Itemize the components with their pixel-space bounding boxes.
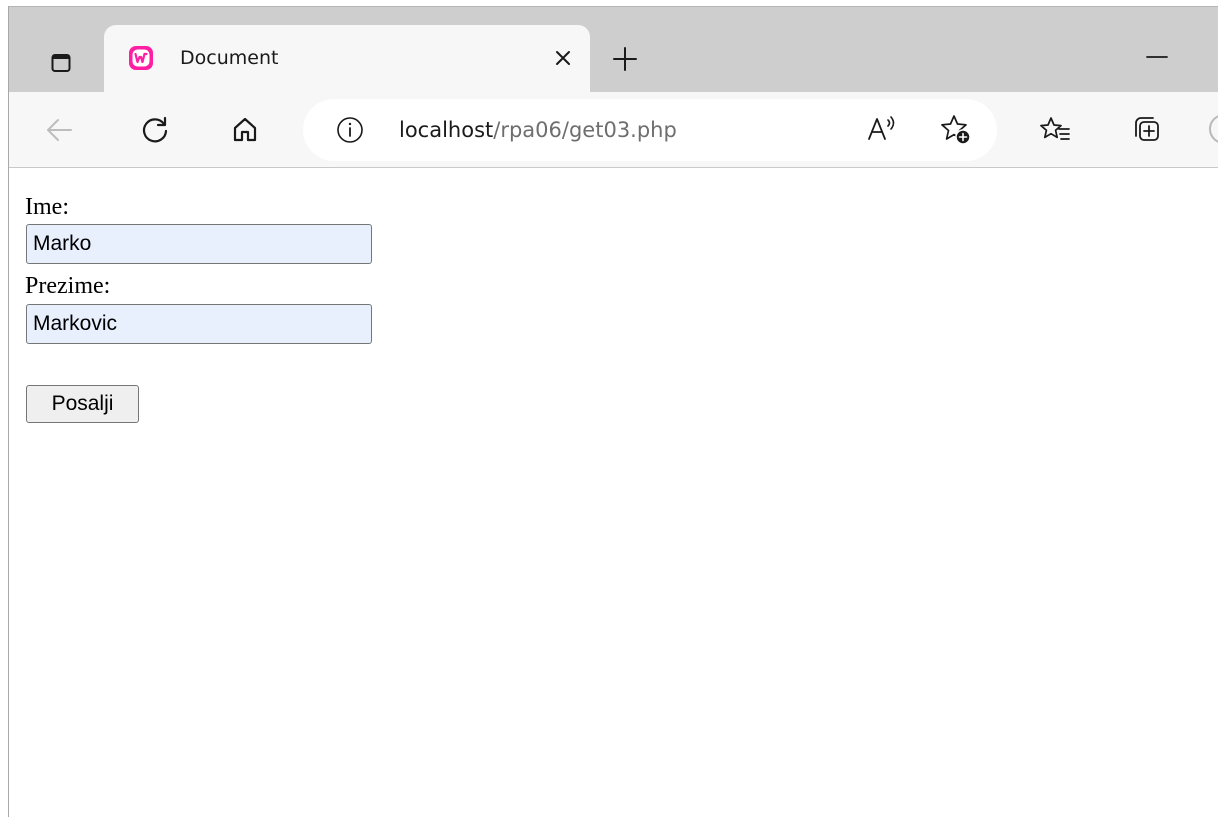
page-content: Ime: Prezime: Posalji: [9, 168, 1218, 817]
back-button[interactable]: [41, 112, 77, 148]
tab-strip: Document: [9, 7, 1218, 92]
first-name-input[interactable]: [26, 224, 372, 264]
url-text[interactable]: localhost/rpa06/get03.php: [399, 116, 677, 144]
last-name-label: Prezime:: [25, 273, 111, 299]
tab-title: Document: [180, 47, 279, 69]
browser-toolbar: localhost/rpa06/get03.php: [9, 92, 1218, 168]
add-favorite-icon[interactable]: [939, 113, 973, 151]
wampserver-icon: [128, 45, 154, 71]
tab-document[interactable]: Document: [104, 25, 590, 92]
url-path: /rpa06/get03.php: [493, 118, 677, 142]
favorites-button[interactable]: [1037, 112, 1073, 148]
plus-icon: [613, 47, 637, 71]
collections-icon: [1135, 117, 1159, 141]
profile-icon[interactable]: [1209, 114, 1218, 144]
favorites-icon: [1040, 117, 1070, 140]
first-name-label: Ime:: [25, 194, 69, 220]
home-button[interactable]: [227, 112, 263, 148]
minimize-icon: [1146, 56, 1168, 58]
tab-actions-icon: [49, 51, 73, 79]
site-info-icon[interactable]: [335, 115, 365, 149]
read-aloud-icon[interactable]: [865, 114, 899, 148]
last-name-input[interactable]: [26, 304, 372, 344]
collections-button[interactable]: [1129, 112, 1165, 148]
tab-actions-button[interactable]: [35, 39, 87, 91]
address-bar[interactable]: localhost/rpa06/get03.php: [303, 99, 997, 161]
submit-button[interactable]: Posalji: [26, 385, 139, 423]
reload-icon: [142, 116, 168, 143]
close-icon: [556, 51, 570, 65]
browser-window: Document localhost/rpa06/get03.php Ime: …: [8, 6, 1218, 817]
close-tab-button[interactable]: [550, 45, 576, 71]
home-icon: [233, 117, 257, 142]
minimize-button[interactable]: [1137, 47, 1177, 67]
new-tab-button[interactable]: [607, 41, 643, 77]
url-host: localhost: [399, 118, 494, 142]
back-arrow-icon: [47, 119, 72, 141]
reload-button[interactable]: [137, 112, 173, 148]
